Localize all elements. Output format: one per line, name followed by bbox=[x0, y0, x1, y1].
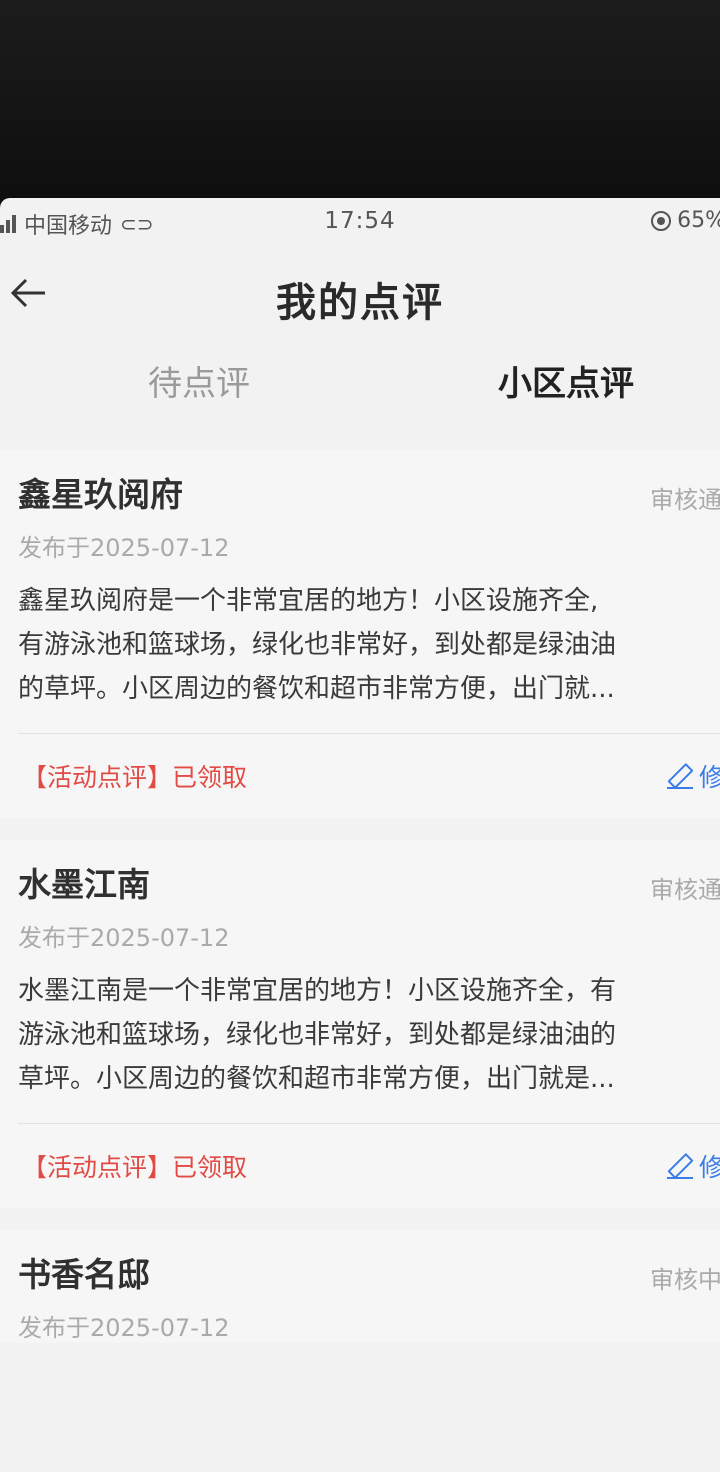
tab-community-review[interactable]: 小区点评 bbox=[498, 356, 634, 405]
review-line: 鑫星玖阅府是一个非常宜居的地方！小区设施齐全, bbox=[18, 586, 599, 616]
pencil-icon bbox=[666, 763, 693, 789]
community-name: 鑫星玖阅府 bbox=[18, 475, 183, 514]
review-line: 的草坪。小区周边的餐饮和超市非常方便，出门就... bbox=[18, 674, 615, 704]
card-footer: 【活动点评】已领取 修 bbox=[0, 1124, 720, 1208]
review-card[interactable]: 书香名邸 审核中 发布于2025-07-12 bbox=[0, 1230, 720, 1343]
review-status: 审核通 bbox=[650, 876, 720, 904]
edit-button[interactable]: 修 bbox=[666, 1148, 720, 1184]
edit-button[interactable]: 修 bbox=[666, 758, 720, 794]
status-right: 65% bbox=[651, 208, 720, 233]
review-content: 鑫星玖阅府是一个非常宜居的地方！小区设施齐全, 有游泳池和篮球场，绿化也非常好，… bbox=[18, 579, 720, 711]
review-line: 游泳池和篮球场，绿化也非常好，到处都是绿油油的 bbox=[18, 1020, 617, 1050]
rotation-lock-icon bbox=[651, 210, 672, 231]
edit-label: 修 bbox=[698, 1153, 720, 1182]
review-list: 鑫星玖阅府 审核通 发布于2025-07-12 鑫星玖阅府是一个非常宜居的地方！… bbox=[0, 450, 720, 1365]
review-status: 审核通 bbox=[650, 486, 720, 514]
activity-tag: 【活动点评】已领取 bbox=[22, 1153, 248, 1182]
publish-date: 发布于2025-07-12 bbox=[18, 534, 230, 562]
status-time: 17:54 bbox=[324, 208, 396, 234]
card-footer: 【活动点评】已领取 修 bbox=[0, 734, 720, 818]
edit-label: 修 bbox=[698, 763, 720, 792]
tab-pending-review[interactable]: 待点评 bbox=[148, 356, 250, 405]
nav-header: 我的点评 bbox=[0, 258, 720, 328]
phone-screen: 中国移动 ⊂⊃ 17:54 65% 我的点评 待点评 小区点评 鑫星玖阅府 审核… bbox=[0, 198, 720, 1472]
review-card[interactable]: 水墨江南 审核通 发布于2025-07-12 水墨江南是一个非常宜居的地方！小区… bbox=[0, 840, 720, 1208]
pencil-icon bbox=[666, 1153, 693, 1179]
review-line: 水墨江南是一个非常宜居的地方！小区设施齐全，有 bbox=[18, 976, 617, 1006]
publish-date: 发布于2025-07-12 bbox=[18, 924, 230, 952]
review-status: 审核中 bbox=[650, 1266, 720, 1294]
review-content: 水墨江南是一个非常宜居的地方！小区设施齐全，有 游泳池和篮球场，绿化也非常好，到… bbox=[18, 969, 720, 1101]
activity-tag: 【活动点评】已领取 bbox=[22, 763, 248, 792]
device-bezel bbox=[0, 0, 720, 205]
status-bar: 中国移动 ⊂⊃ 17:54 65% bbox=[0, 198, 720, 258]
review-line: 草坪。小区周边的餐饮和超市非常方便，出门就是... bbox=[18, 1064, 615, 1094]
community-name: 水墨江南 bbox=[18, 865, 150, 904]
tab-bar: 待点评 小区点评 bbox=[0, 328, 720, 448]
review-card[interactable]: 鑫星玖阅府 审核通 发布于2025-07-12 鑫星玖阅府是一个非常宜居的地方！… bbox=[0, 450, 720, 818]
battery-percent: 65% bbox=[677, 208, 720, 233]
review-line: 有游泳池和篮球场，绿化也非常好，到处都是绿油油 bbox=[18, 630, 617, 660]
page-title: 我的点评 bbox=[276, 280, 444, 326]
publish-date: 发布于2025-07-12 bbox=[18, 1314, 230, 1342]
community-name: 书香名邸 bbox=[18, 1255, 150, 1294]
